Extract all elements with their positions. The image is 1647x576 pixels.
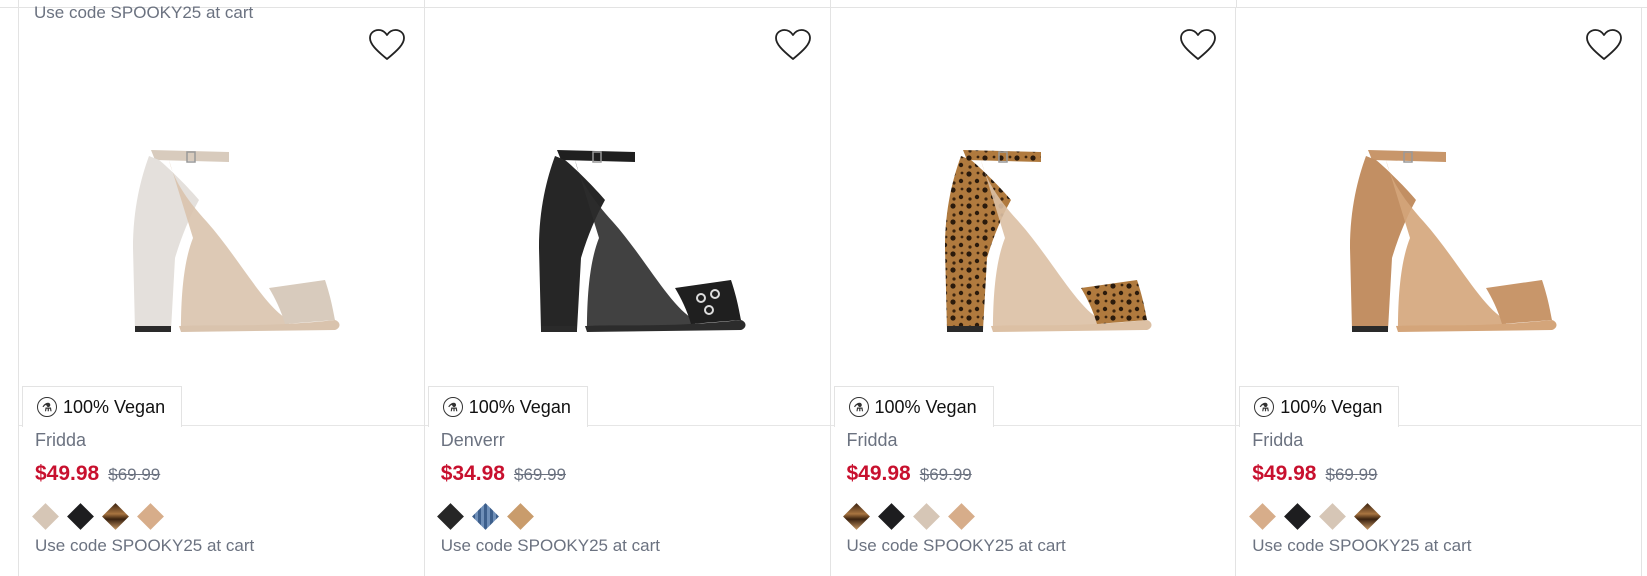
color-swatch[interactable] <box>31 502 59 530</box>
black-grommet-heel-sandal-icon <box>538 150 746 332</box>
product-card[interactable]: ⚗ 100% Vegan Fridda $49.98 $69.99 Use code SP… <box>19 8 425 576</box>
vegan-leaf-icon: ⚗ <box>1254 397 1275 417</box>
original-price: $69.99 <box>919 465 972 484</box>
color-swatches <box>1248 502 1381 530</box>
promo-text: Use code SPOOKY25 at cart <box>440 536 660 555</box>
sale-price: $49.98 <box>846 462 911 485</box>
wishlist-heart-icon[interactable] <box>1179 28 1217 62</box>
promo-text: Use code SPOOKY25 at cart <box>35 536 255 555</box>
vegan-badge: ⚗ 100% Vegan <box>22 386 183 427</box>
vegan-badge-label: 100% Vegan <box>63 396 166 417</box>
sale-price: $49.98 <box>1252 462 1317 485</box>
price-row: $49.98 $69.99 <box>847 462 972 486</box>
color-swatch[interactable] <box>1318 502 1346 530</box>
promo-text: Use code SPOOKY25 at cart <box>1252 536 1472 555</box>
wishlist-heart-icon[interactable] <box>368 28 406 62</box>
color-swatch[interactable] <box>948 502 976 530</box>
product-image[interactable] <box>19 8 424 426</box>
color-swatch[interactable] <box>878 502 906 530</box>
product-card[interactable]: ⚗ 100% Vegan Fridda $49.98 $69.99 Use code SP… <box>830 8 1237 576</box>
divider <box>18 0 19 8</box>
promo-text: Use code SPOOKY25 at cart <box>846 536 1066 555</box>
leopard-heel-sandal-icon <box>944 150 1151 332</box>
color-swatch[interactable] <box>1353 502 1381 530</box>
wishlist-heart-icon[interactable] <box>1585 28 1623 62</box>
original-price: $69.99 <box>108 465 161 484</box>
product-card[interactable]: ⚗ 100% Vegan Denverr $34.98 $69.99 Use code S… <box>424 8 831 576</box>
vegan-badge: ⚗ 100% Vegan <box>427 386 588 427</box>
product-name[interactable]: Fridda <box>847 430 898 451</box>
color-swatches <box>843 502 976 530</box>
vegan-badge: ⚗ 100% Vegan <box>833 386 994 427</box>
price-row: $34.98 $69.99 <box>441 462 566 486</box>
vegan-badge-label: 100% Vegan <box>1280 396 1383 417</box>
product-grid: ⚗ 100% Vegan Fridda $49.98 $69.99 Use code SP… <box>18 8 1642 576</box>
product-card[interactable]: ⚗ 100% Vegan Fridda $49.98 $69.99 Use code SP… <box>1236 8 1642 576</box>
product-name[interactable]: Denverr <box>441 430 505 451</box>
sale-price: $34.98 <box>440 462 505 485</box>
divider <box>830 0 831 8</box>
sale-price: $49.98 <box>35 462 100 485</box>
vegan-badge-label: 100% Vegan <box>468 396 571 417</box>
wishlist-heart-icon[interactable] <box>774 28 812 62</box>
color-swatches <box>31 502 164 530</box>
product-image[interactable] <box>424 8 830 426</box>
price-row: $49.98 $69.99 <box>35 462 160 486</box>
color-swatch[interactable] <box>472 502 500 530</box>
vegan-leaf-icon: ⚗ <box>442 397 463 417</box>
product-name[interactable]: Fridda <box>1252 430 1303 451</box>
original-price: $69.99 <box>513 465 566 484</box>
color-swatch[interactable] <box>136 502 164 530</box>
nude-rhinestone-heel-sandal-icon <box>133 150 340 332</box>
price-row: $49.98 $69.99 <box>1252 462 1377 486</box>
vegan-badge-label: 100% Vegan <box>874 396 977 417</box>
product-image[interactable] <box>1236 8 1642 426</box>
color-swatch[interactable] <box>101 502 129 530</box>
product-name[interactable]: Fridda <box>35 430 86 451</box>
product-image[interactable] <box>830 8 1236 426</box>
tan-heel-sandal-icon <box>1350 150 1557 332</box>
color-swatches <box>437 502 535 530</box>
color-swatch[interactable] <box>507 502 535 530</box>
color-swatch[interactable] <box>1283 502 1311 530</box>
color-swatch[interactable] <box>437 502 465 530</box>
color-swatch[interactable] <box>66 502 94 530</box>
previous-row-strip: Use code SPOOKY25 at cart <box>0 0 1647 22</box>
color-swatch[interactable] <box>1248 502 1276 530</box>
vegan-badge: ⚗ 100% Vegan <box>1239 386 1400 427</box>
vegan-leaf-icon: ⚗ <box>37 397 57 417</box>
color-swatch[interactable] <box>913 502 941 530</box>
vegan-leaf-icon: ⚗ <box>848 397 869 417</box>
divider <box>424 0 425 8</box>
divider <box>1236 0 1237 8</box>
original-price: $69.99 <box>1325 465 1378 484</box>
color-swatch[interactable] <box>843 502 871 530</box>
